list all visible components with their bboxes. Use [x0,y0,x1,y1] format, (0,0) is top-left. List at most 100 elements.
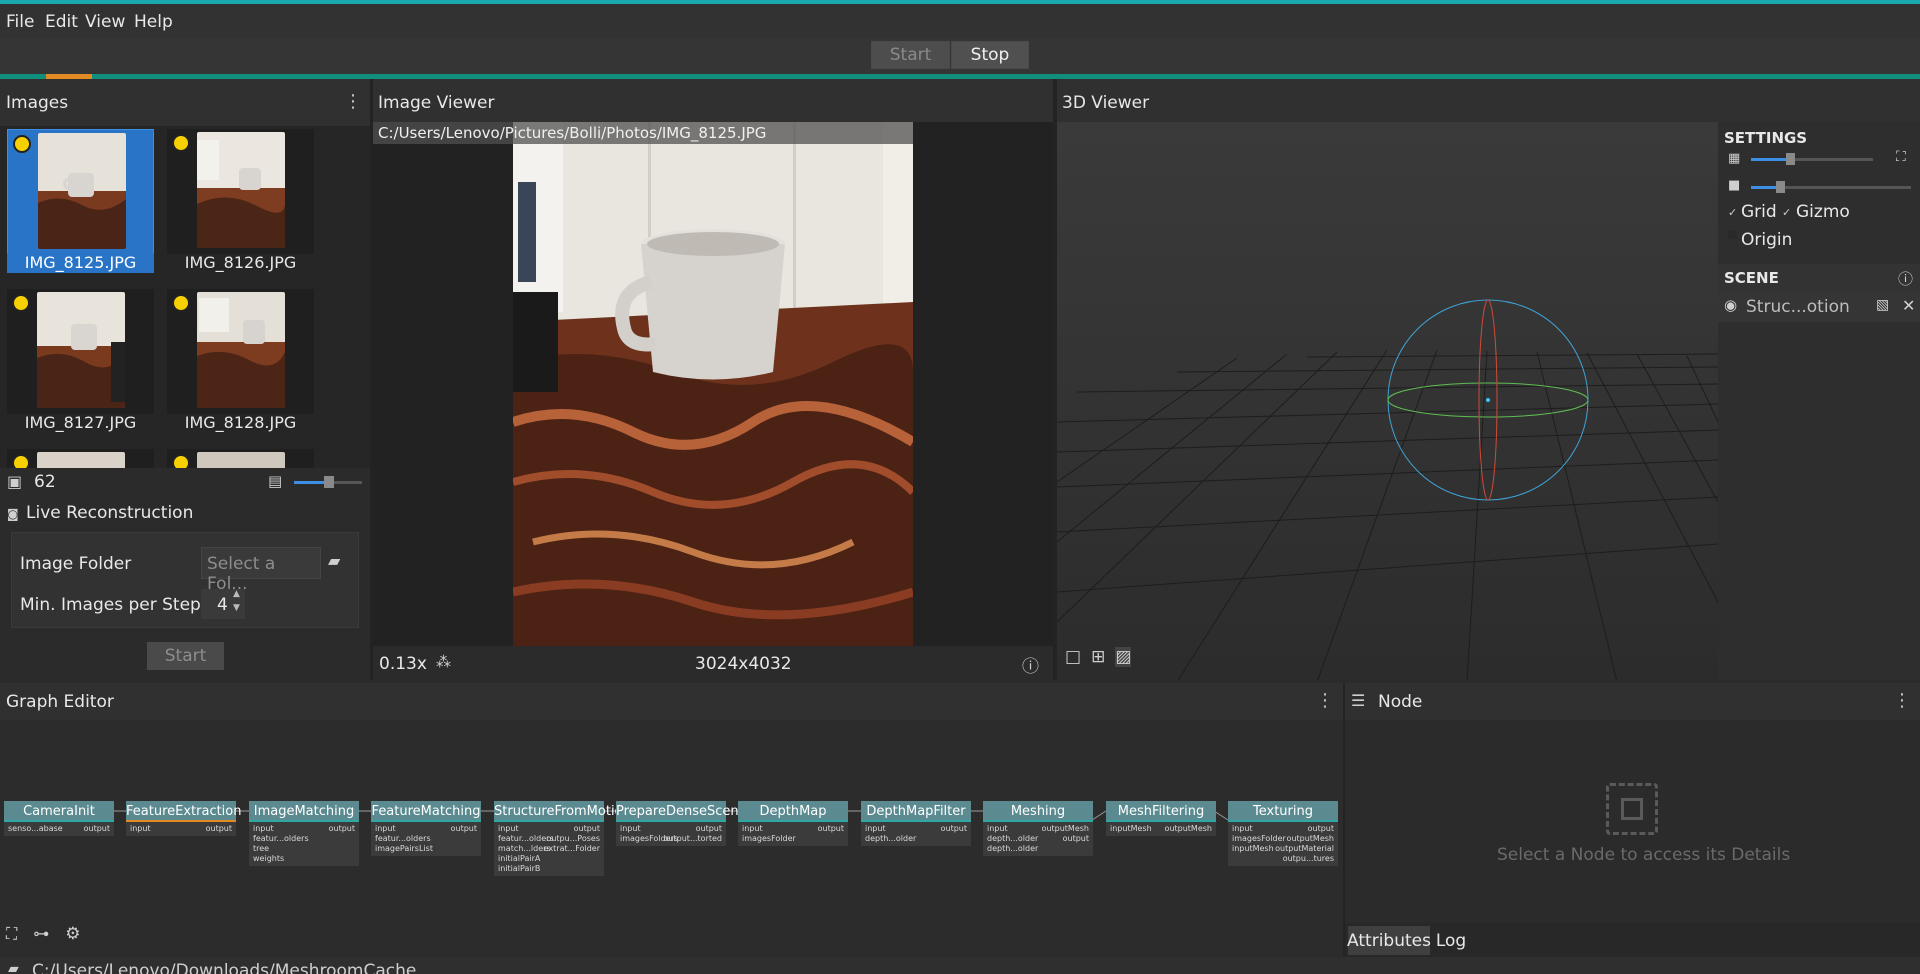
node-input-port[interactable]: imagesFolder [742,834,844,844]
node-input-port[interactable]: featur...olders [375,834,477,844]
camera-scale-slider[interactable] [1751,181,1911,193]
node-output-port[interactable]: output...torted [664,834,722,844]
image-folder-field[interactable]: Select a Fol... [201,547,321,594]
thumbnail-item[interactable] [7,129,154,254]
node-input-port[interactable]: featur...olders [253,834,355,844]
graph-node[interactable]: ImageMatching input featur...olders tree wei… [249,801,359,866]
graph-node[interactable]: StructureFromMotion input featur...olders m… [494,801,631,876]
menu-view[interactable]: View [85,12,125,32]
media-off-icon[interactable]: ▧ [1876,297,1889,313]
viewport-3d[interactable]: □ ⊞ ▨ [1057,122,1718,680]
live-reconstruction-title[interactable]: Live Reconstruction [26,503,193,523]
info-icon[interactable]: ⓘ [1022,652,1039,677]
square-icon[interactable]: □ [1065,647,1081,667]
node-panel-title: Node [1378,692,1423,712]
viewer-3d-title: 3D Viewer [1062,93,1150,113]
node-input-port[interactable]: tree [253,844,355,854]
menu-file[interactable]: File [6,12,34,32]
node-output-port[interactable]: extrat...Folder [544,844,600,854]
node-output-port[interactable]: outpu...tures [1283,854,1334,864]
graph-node[interactable]: DepthMap input imagesFolder output [738,801,848,846]
menu-edit[interactable]: Edit [45,12,78,32]
graph-node[interactable]: MeshFiltering inputMesh outputMesh [1106,801,1216,836]
fit-view-icon[interactable]: ⛶ [1896,149,1906,165]
graph-node[interactable]: Meshing input depth...older depth...older ou… [983,801,1093,856]
camera-intrinsics-badge-icon [172,134,190,152]
graph-node[interactable]: FeatureExtraction input output [126,801,242,836]
node-output-port[interactable]: outputMaterial [1275,844,1334,854]
node-input-port[interactable]: depth...older [987,844,1089,854]
more-vert-icon[interactable]: ⋮ [1893,690,1911,711]
node-input-port[interactable]: weights [253,854,355,864]
node-output-port[interactable]: outpu...Poses [546,834,600,844]
node-output-port[interactable]: output [696,824,722,834]
node-output-port[interactable]: output [1308,824,1334,834]
node-input-port[interactable]: imagePairsList [375,844,477,854]
start-button[interactable]: Start [871,41,950,69]
info-icon[interactable]: ⓘ [1898,268,1913,289]
node-input-port[interactable]: initialPairA [498,854,600,864]
node-output-port[interactable]: outputMesh [1165,824,1212,834]
node-output-port[interactable]: outputMesh [1287,834,1334,844]
thumbnail-item[interactable] [7,289,154,414]
stop-button[interactable]: Stop [951,41,1029,69]
min-images-stepper[interactable]: 4 ▲ ▼ [201,589,245,619]
grid-checkbox[interactable]: ✓ [1728,206,1737,219]
tab-log[interactable]: Log [1431,926,1471,955]
graph-node[interactable]: DepthMapFilter input depth...older output [861,801,971,846]
more-vert-icon[interactable]: ⋮ [344,91,362,112]
folder-icon[interactable]: ▰ [328,551,340,570]
close-icon[interactable]: ✕ [1902,296,1915,315]
point-size-slider[interactable] [1751,153,1873,165]
slider-handle[interactable] [324,476,334,488]
image-viewer-title: Image Viewer [378,93,495,113]
thumbnail-image [37,452,125,468]
scene-header: SCENE ⓘ [1718,264,1920,292]
menu-bar: File Edit View Help [0,4,1920,38]
more-vert-icon[interactable]: ⋮ [1316,690,1334,711]
node-input-port[interactable]: initialPairB [498,864,600,874]
thumbnail-item[interactable] [167,449,314,468]
eye-icon[interactable]: ◉ [1724,296,1737,314]
node-output-port[interactable]: output [818,824,844,834]
image-path: C:/Users/Lenovo/Pictures/Bolli/Photos/IM… [378,124,767,142]
node-output-port[interactable]: output [941,824,967,834]
chevron-up-icon[interactable]: ▲ [233,589,240,599]
chevron-down-icon[interactable]: ▼ [233,603,240,613]
thumbnail-item[interactable] [167,289,314,414]
origin-checkbox[interactable] [1728,230,1737,239]
graph-node[interactable]: Texturing input imagesFolder inputMesh outpu… [1228,801,1338,866]
textured-icon[interactable]: ▨ [1115,647,1132,667]
node-output-port[interactable]: output [329,824,355,834]
node-output-port[interactable]: output [574,824,600,834]
fit-all-icon[interactable]: ⛶ [6,924,17,944]
live-start-button[interactable]: Start [147,642,224,670]
menu-help[interactable]: Help [134,12,173,32]
graph-node-title: DepthMapFilter [861,801,971,822]
node-output-port[interactable]: output [451,824,477,834]
node-output-port[interactable]: outputMesh [1042,824,1089,834]
cache-path[interactable]: C:/Users/Lenovo/Downloads/MeshroomCache [32,961,416,974]
layout-icon[interactable]: ⊶ [33,924,49,944]
thumbnail-size-slider[interactable] [294,476,362,488]
graph-node[interactable]: FeatureMatching input featur...olders image… [371,801,481,856]
gizmo-label: Gizmo [1796,202,1850,222]
scene-item[interactable]: ◉ Struc...otion ▧ ✕ [1718,292,1920,322]
features-icon[interactable]: ⁂ [436,653,451,671]
node-input-port[interactable]: depth...older [865,834,967,844]
gizmo-checkbox[interactable]: ✓ [1782,206,1791,219]
graph-node[interactable]: PrepareDenseScene input imagesFolders outpu… [616,801,747,846]
thumbnail-item[interactable] [167,129,314,254]
thumbnail-item[interactable] [7,449,154,468]
node-output-port[interactable]: output [206,824,232,834]
tab-attributes[interactable]: Attributes [1347,926,1431,955]
slider-handle[interactable] [1786,153,1795,165]
graph-node[interactable]: CameraInit senso...abase output [4,801,114,836]
node-output-port[interactable]: output [84,824,110,834]
graph-node-body: input featur...olders tree weights output [249,822,359,866]
settings-icon[interactable]: ⚙ [65,924,80,944]
slider-handle[interactable] [1776,181,1785,193]
node-output-port[interactable]: output [1063,834,1089,844]
wireframe-icon[interactable]: ⊞ [1091,647,1105,667]
image-canvas[interactable]: C:/Users/Lenovo/Pictures/Bolli/Photos/IM… [373,122,1053,647]
